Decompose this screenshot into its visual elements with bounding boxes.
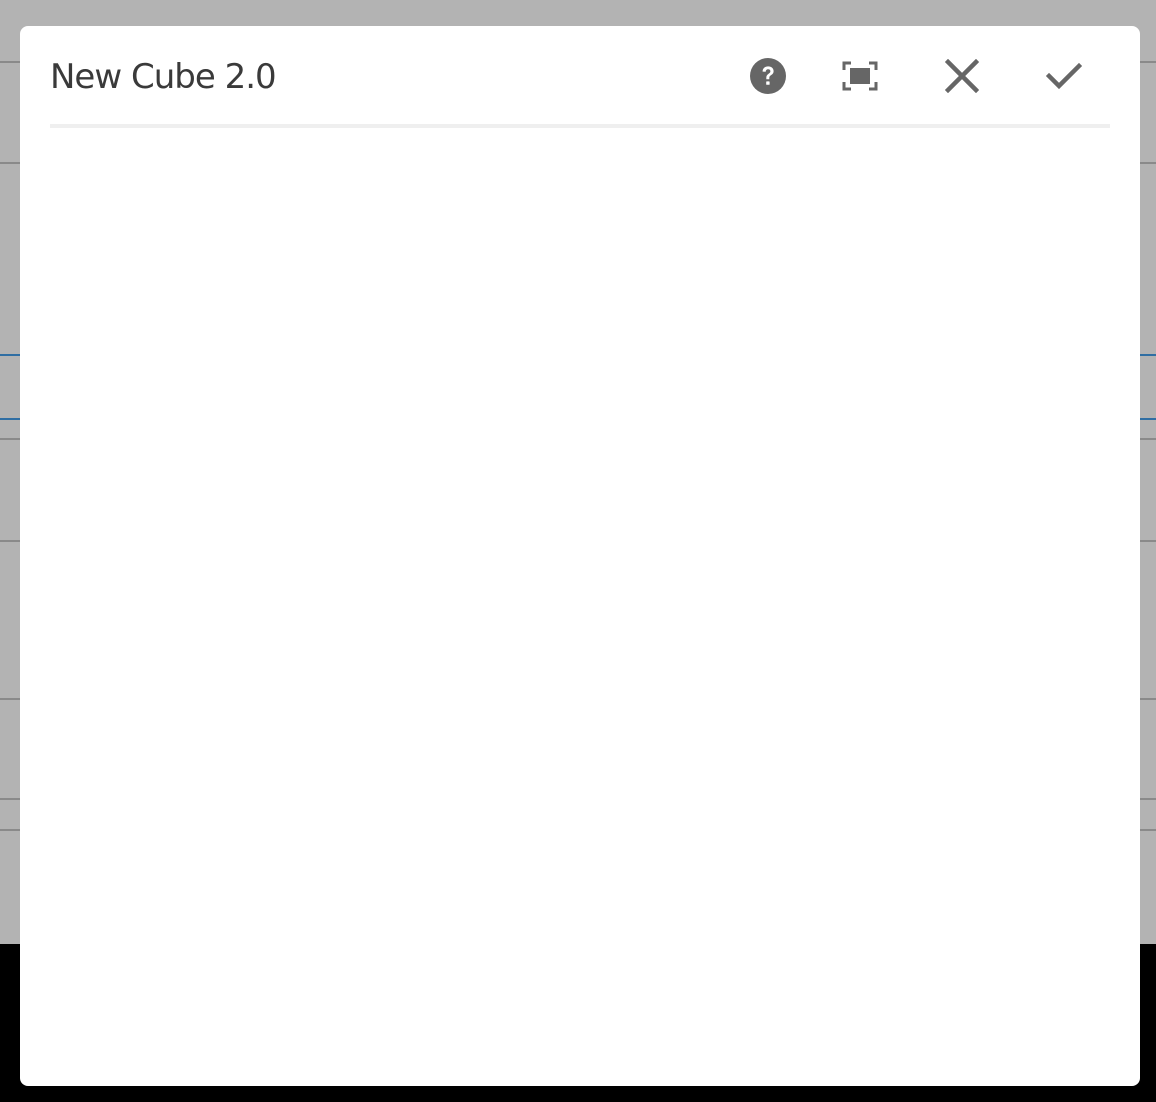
close-button[interactable] xyxy=(940,54,984,98)
help-button[interactable] xyxy=(746,54,790,98)
close-icon xyxy=(945,59,979,93)
fullscreen-button[interactable] xyxy=(838,54,882,98)
help-circle-icon xyxy=(750,58,786,94)
dialog-header: New Cube 2.0 xyxy=(50,26,1110,128)
new-cube-dialog: New Cube 2.0 xyxy=(20,26,1140,1086)
dialog-title: New Cube 2.0 xyxy=(50,57,277,97)
fullscreen-icon xyxy=(842,61,878,91)
checkmark-icon xyxy=(1046,62,1082,90)
confirm-button[interactable] xyxy=(1042,54,1086,98)
dialog-content-area xyxy=(50,128,1110,1058)
